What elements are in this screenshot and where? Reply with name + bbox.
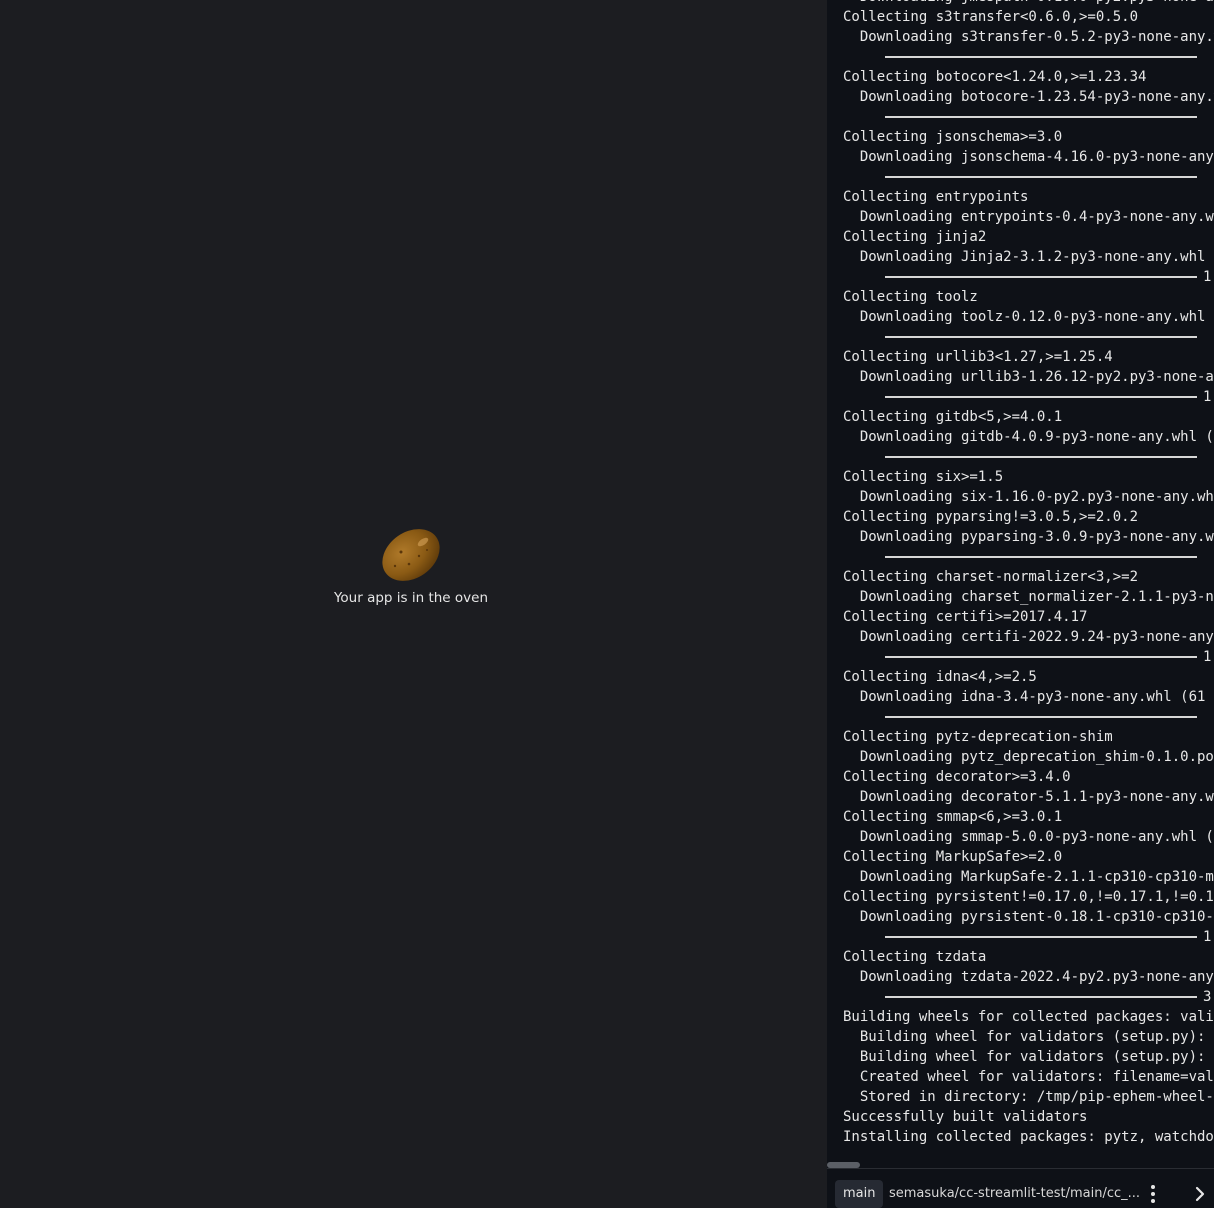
log-line: Collecting smmap<6,>=3.0.1 [843, 809, 1063, 825]
log-line: Installing collected packages: pytz, wat… [843, 1129, 1214, 1145]
log-line: Downloading MarkupSafe-2.1.1-cp310-cp310… [843, 869, 1214, 885]
log-line: Collecting urllib3<1.27,>=1.25.4 [843, 349, 1113, 365]
chevron-right-icon[interactable] [1189, 1182, 1211, 1206]
log-line: Downloading smmap-5.0.0-py3-none-any.whl… [843, 829, 1214, 845]
log-line: Collecting toolz [843, 289, 978, 305]
progress-bar-fill [885, 556, 1197, 558]
log-line: Downloading tzdata-2022.4-py2.py3-none-a… [843, 969, 1214, 985]
log-line: Downloading gitdb-4.0.9-py3-none-any.whl… [843, 429, 1214, 445]
log-output: Downloading jmespath-0.10.0-py2.py3-none… [843, 0, 1214, 1147]
log-scroll-area[interactable]: Downloading jmespath-0.10.0-py2.py3-none… [827, 0, 1214, 1160]
log-line: Collecting charset-normalizer<3,>=2 [843, 569, 1139, 585]
download-progress-bar [843, 327, 1214, 347]
log-line: Collecting pyrsistent!=0.17.0,!=0.17.1,!… [843, 889, 1214, 905]
download-progress-bar [843, 107, 1214, 127]
download-progress-bar [843, 447, 1214, 467]
progress-bar-fill [885, 656, 1197, 658]
log-line: Collecting decorator>=3.4.0 [843, 769, 1071, 785]
log-line: Collecting pytz-deprecation-shim [843, 729, 1113, 745]
log-line: Building wheel for validators (setup.py)… [843, 1049, 1214, 1065]
horizontal-scrollbar-thumb[interactable] [827, 1162, 860, 1168]
log-line: Downloading s3transfer-0.5.2-py3-none-an… [843, 29, 1214, 45]
download-progress-bar: 1 [843, 647, 1214, 667]
log-line: Stored in directory: /tmp/pip-ephem-whee… [843, 1089, 1214, 1105]
progress-bar-text: 1 [1203, 269, 1212, 285]
log-footer: main semasuka/cc-streamlit-test/main/cc_… [827, 1178, 1214, 1208]
log-line: Collecting jinja2 [843, 229, 987, 245]
download-progress-bar: 1 [843, 387, 1214, 407]
log-line: Downloading pyparsing-3.0.9-py3-none-any… [843, 529, 1214, 545]
log-line: Downloading entrypoints-0.4-py3-none-any… [843, 209, 1214, 225]
progress-bar-fill [885, 456, 1197, 458]
log-line: Created wheel for validators: filename=v… [843, 1069, 1214, 1085]
progress-bar-text: 1 [1203, 649, 1212, 665]
progress-bar-fill [885, 276, 1197, 278]
download-progress-bar [843, 167, 1214, 187]
progress-bar-fill [885, 996, 1197, 998]
log-line: Downloading botocore-1.23.54-py3-none-an… [843, 89, 1214, 105]
log-line: Downloading urllib3-1.26.12-py2.py3-none… [843, 369, 1214, 385]
log-line: Collecting s3transfer<0.6.0,>=0.5.0 [843, 9, 1139, 25]
progress-bar-fill [885, 936, 1197, 938]
horizontal-scroll-track[interactable] [827, 1168, 1214, 1169]
progress-bar-fill [885, 716, 1197, 718]
log-line: Building wheels for collected packages: … [843, 1009, 1214, 1025]
progress-bar-fill [885, 116, 1197, 118]
progress-bar-fill [885, 336, 1197, 338]
log-line: Downloading decorator-5.1.1-py3-none-any… [843, 789, 1214, 805]
progress-bar-text: 3 [1203, 989, 1212, 1005]
log-line: Downloading charset_normalizer-2.1.1-py3… [843, 589, 1214, 605]
log-line: Downloading jmespath-0.10.0-py2.py3-none… [843, 0, 1214, 7]
progress-bar-text: 1 [1203, 929, 1212, 945]
progress-bar-fill [885, 56, 1197, 58]
log-line: Collecting jsonschema>=3.0 [843, 129, 1063, 145]
log-line: Downloading idna-3.4-py3-none-any.whl (6… [843, 689, 1206, 705]
progress-bar-fill [885, 396, 1197, 398]
kebab-menu-icon[interactable] [1143, 1182, 1163, 1206]
log-line: Downloading pyrsistent-0.18.1-cp310-cp31… [843, 909, 1214, 925]
log-line: Building wheel for validators (setup.py)… [843, 1029, 1214, 1045]
log-line: Downloading toolz-0.12.0-py3-none-any.wh… [843, 309, 1206, 325]
progress-bar-text: 1 [1203, 389, 1212, 405]
app-preview-pane: Your app is in the oven [0, 0, 827, 1208]
log-line: Collecting MarkupSafe>=2.0 [843, 849, 1063, 865]
log-line: Collecting idna<4,>=2.5 [843, 669, 1037, 685]
download-progress-bar [843, 547, 1214, 567]
download-progress-bar: 3 [843, 987, 1214, 1007]
log-line: Downloading six-1.16.0-py2.py3-none-any.… [843, 489, 1214, 505]
log-line: Collecting entrypoints [843, 189, 1029, 205]
progress-bar-fill [885, 176, 1197, 178]
download-progress-bar [843, 707, 1214, 727]
download-progress-bar: 1 [843, 267, 1214, 287]
log-line: Downloading Jinja2-3.1.2-py3-none-any.wh… [843, 249, 1206, 265]
log-line: Downloading certifi-2022.9.24-py3-none-a… [843, 629, 1214, 645]
repo-path-link[interactable]: semasuka/cc-streamlit-test/main/cc_... [889, 1180, 1139, 1208]
download-progress-bar: 1 [843, 927, 1214, 947]
log-line: Collecting pyparsing!=3.0.5,>=2.0.2 [843, 509, 1139, 525]
log-line: Downloading pytz_deprecation_shim-0.1.0.… [843, 749, 1214, 765]
branch-badge: main [835, 1180, 884, 1208]
app-status-text: Your app is in the oven [333, 590, 489, 606]
deploy-log-panel[interactable]: Downloading jmespath-0.10.0-py2.py3-none… [827, 0, 1214, 1208]
log-line: Collecting six>=1.5 [843, 469, 1004, 485]
download-progress-bar [843, 47, 1214, 67]
log-line: Collecting gitdb<5,>=4.0.1 [843, 409, 1063, 425]
log-line: Successfully built validators [843, 1109, 1088, 1125]
log-line: Downloading jsonschema-4.16.0-py3-none-a… [843, 149, 1214, 165]
potato-icon [382, 529, 440, 581]
log-line: Collecting botocore<1.24.0,>=1.23.34 [843, 69, 1147, 85]
app-loading-indicator: Your app is in the oven [330, 522, 492, 606]
log-line: Collecting tzdata [843, 949, 987, 965]
log-line: Collecting certifi>=2017.4.17 [843, 609, 1088, 625]
